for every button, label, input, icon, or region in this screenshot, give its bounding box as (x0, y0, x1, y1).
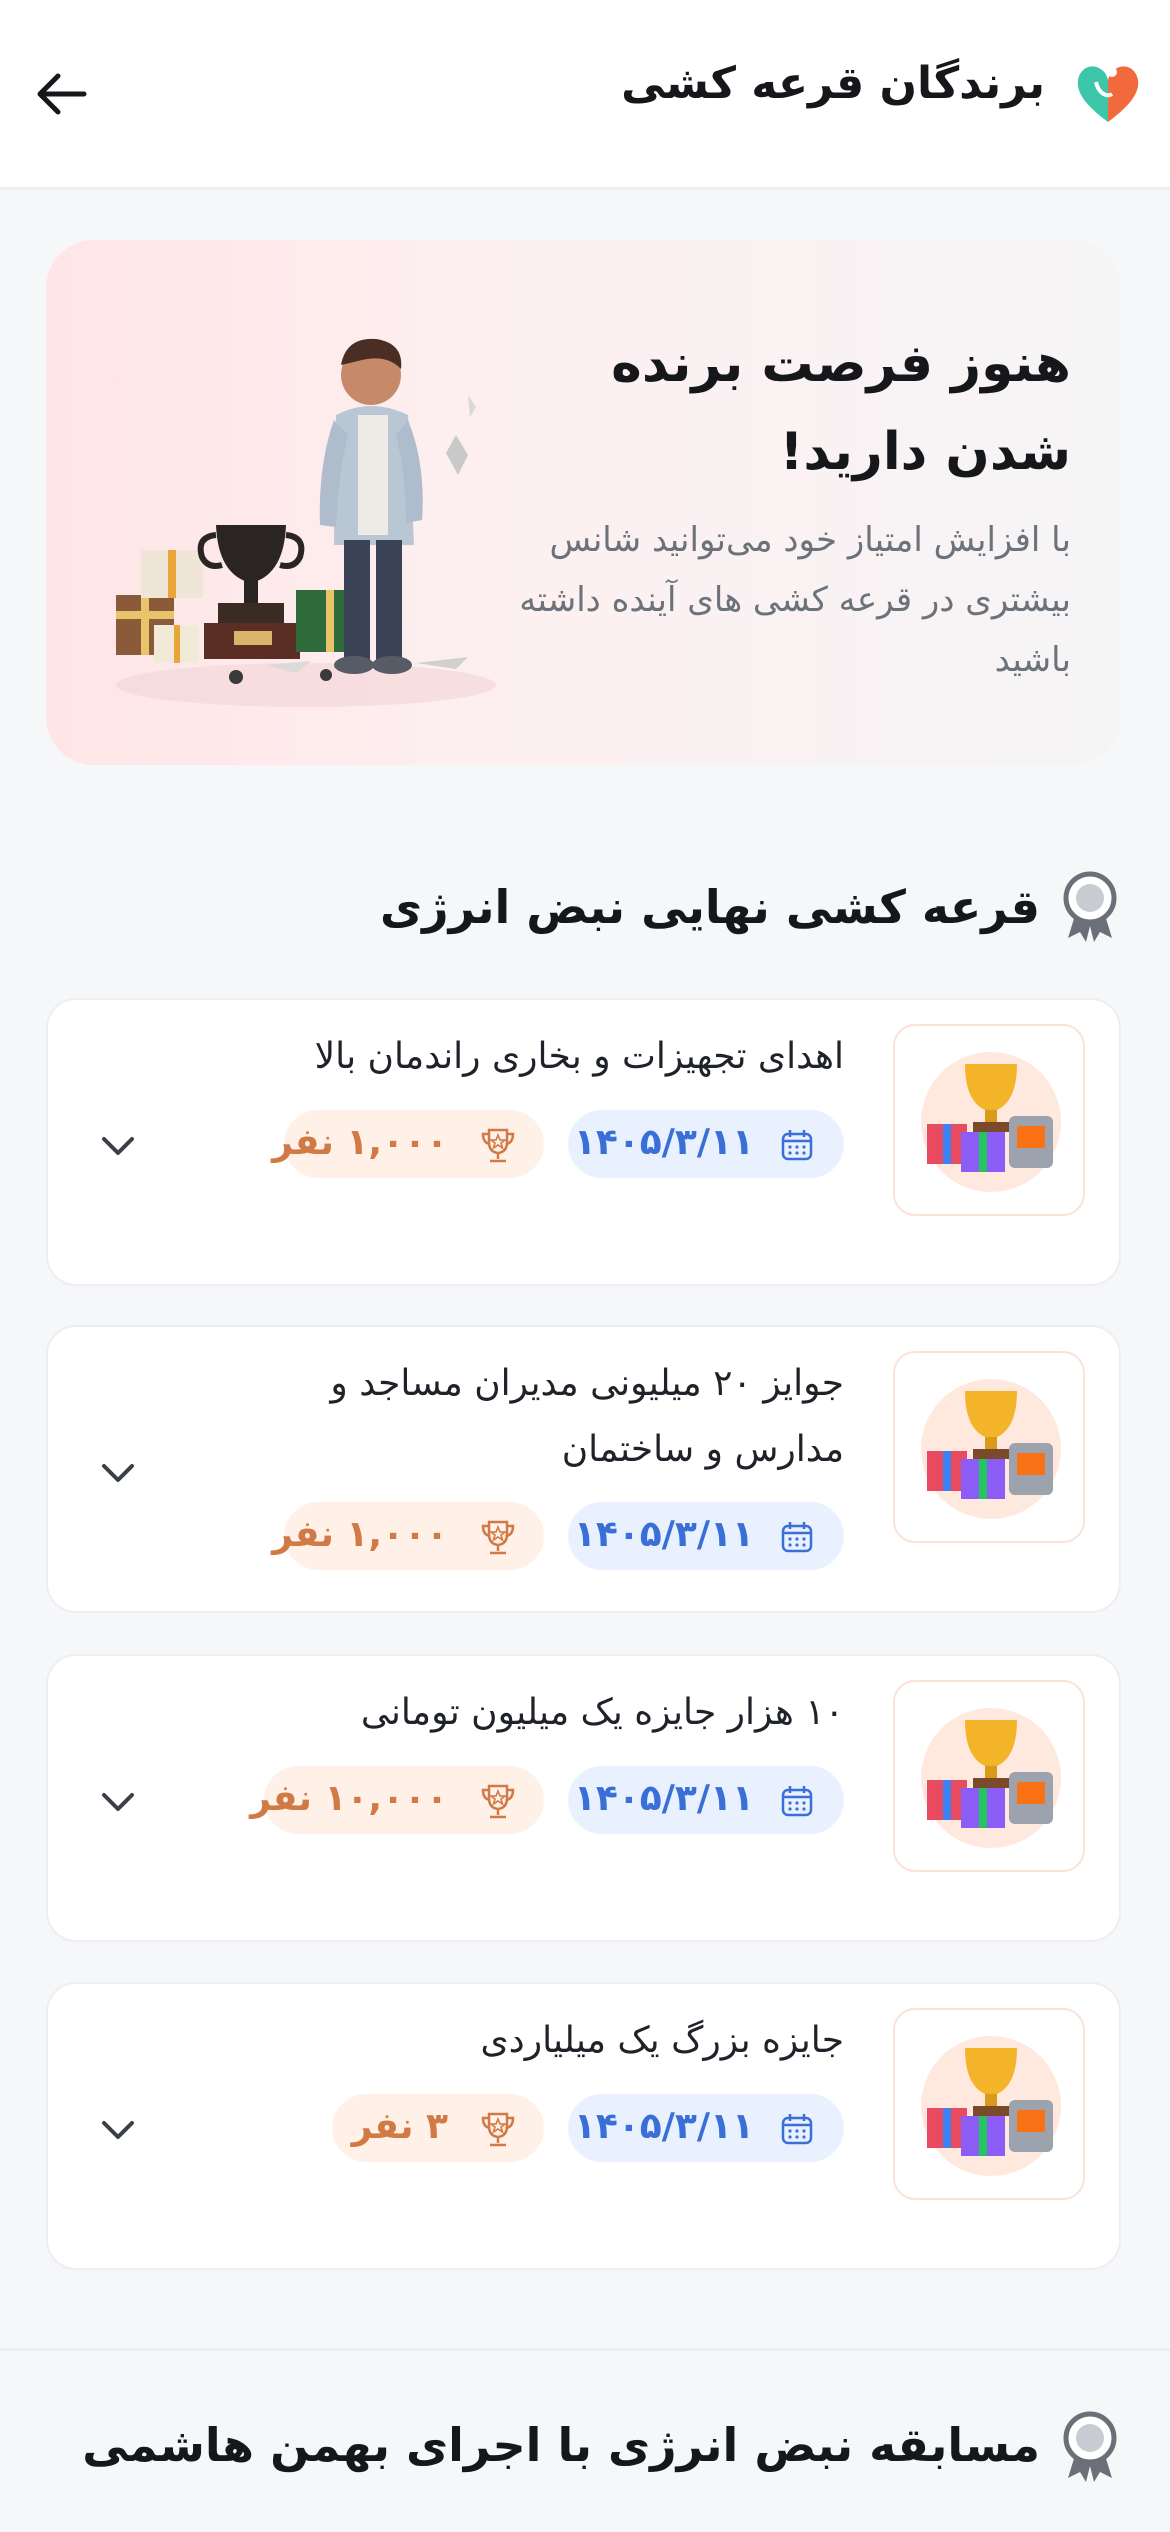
lottery-item-card[interactable]: اهدای تجهیزات و بخاری راندمان بالا ۱۴۰۵/… (46, 998, 1121, 1286)
trophy-gifts-icon (927, 1720, 1053, 1828)
back-arrow-icon[interactable] (30, 62, 94, 126)
calendar-icon (781, 1130, 813, 1161)
trophy-icon (481, 1784, 515, 1819)
motivation-banner: هنوز فرصت برنده شدن دارید! با افزایش امت… (46, 240, 1121, 765)
trophy-icon (481, 1520, 515, 1555)
app-header: برندگان قرعه کشی (0, 0, 1170, 190)
winners-count-badge: ۱۰,۰۰۰ نفر (250, 1766, 544, 1834)
medal-ribbon-icon (1063, 871, 1117, 942)
item-title: اهدای تجهیزات و بخاری راندمان بالا (314, 1036, 844, 1077)
banner-description: با افزایش امتیاز خود می‌توانید شانس بیشت… (519, 520, 1071, 680)
trophy-icon (481, 2112, 515, 2147)
chevron-down-icon[interactable] (96, 1451, 140, 1495)
chevron-down-icon[interactable] (96, 1780, 140, 1824)
item-title: جایزه بزرگ یک میلیاردی (480, 2020, 844, 2061)
prize-thumbnail (893, 1680, 1085, 1872)
medal-ribbon-icon (1063, 2411, 1117, 2482)
winners-count: ۱,۰۰۰ نفر (272, 1514, 448, 1555)
prize-thumbnail (893, 2008, 1085, 2200)
trophy-gifts-icon (927, 2048, 1053, 2156)
winners-count-badge: ۱,۰۰۰ نفر (272, 1502, 544, 1570)
lottery-item-card[interactable]: جایزه بزرگ یک میلیاردی ۱۴۰۵/۳/۱۱ ۳ نفر (46, 1982, 1121, 2270)
section-divider (0, 2348, 1170, 2351)
trophy-gifts-icon (927, 1064, 1053, 1172)
section-title: قرعه کشی نهایی نبض انرژی (379, 880, 1040, 934)
winners-count: ۱۰,۰۰۰ نفر (250, 1778, 448, 1819)
section-title: مسابقه نبض انرژی با اجرای بهمن هاشمی (82, 2418, 1040, 2472)
prize-thumbnail (893, 1024, 1085, 1216)
winners-count-badge: ۱,۰۰۰ نفر (272, 1110, 544, 1178)
heart-logo-icon (1077, 66, 1139, 122)
page-title: برندگان قرعه کشی (621, 58, 1045, 109)
draw-date: ۱۴۰۵/۳/۱۱ (573, 1122, 754, 1163)
banner-title: هنوز فرصت برنده شدن دارید! (611, 334, 1071, 482)
date-badge: ۱۴۰۵/۳/۱۱ (568, 1110, 844, 1178)
lottery-item-card[interactable]: ۱۰ هزار جایزه یک میلیون تومانی ۱۴۰۵/۳/۱۱… (46, 1654, 1121, 1942)
winners-count: ۳ نفر (351, 2106, 448, 2147)
chevron-down-icon[interactable] (96, 2108, 140, 2152)
calendar-icon (781, 2114, 813, 2145)
lottery-item-card[interactable]: جوایز ۲۰ میلیونی مدیران مساجد و مدارس و … (46, 1325, 1121, 1613)
trophy-gifts-icon (927, 1391, 1053, 1499)
calendar-icon (781, 1522, 813, 1553)
draw-date: ۱۴۰۵/۳/۱۱ (573, 1778, 754, 1819)
chevron-down-icon[interactable] (96, 1124, 140, 1168)
prize-thumbnail (893, 1351, 1085, 1543)
draw-date: ۱۴۰۵/۳/۱۱ (573, 2106, 754, 2147)
trophy-icon (481, 1128, 515, 1163)
winners-count: ۱,۰۰۰ نفر (272, 1122, 448, 1163)
sad-person-with-trophy-illustration (116, 338, 496, 707)
date-badge: ۱۴۰۵/۳/۱۱ (568, 1766, 844, 1834)
date-badge: ۱۴۰۵/۳/۱۱ (568, 2094, 844, 2162)
calendar-icon (781, 1786, 813, 1817)
draw-date: ۱۴۰۵/۳/۱۱ (573, 1514, 754, 1555)
item-title: ۱۰ هزار جایزه یک میلیون تومانی (360, 1692, 844, 1733)
item-title: جوایز ۲۰ میلیونی مدیران مساجد و مدارس و … (330, 1363, 844, 1470)
date-badge: ۱۴۰۵/۳/۱۱ (568, 1502, 844, 1570)
winners-count-badge: ۳ نفر (332, 2094, 544, 2162)
